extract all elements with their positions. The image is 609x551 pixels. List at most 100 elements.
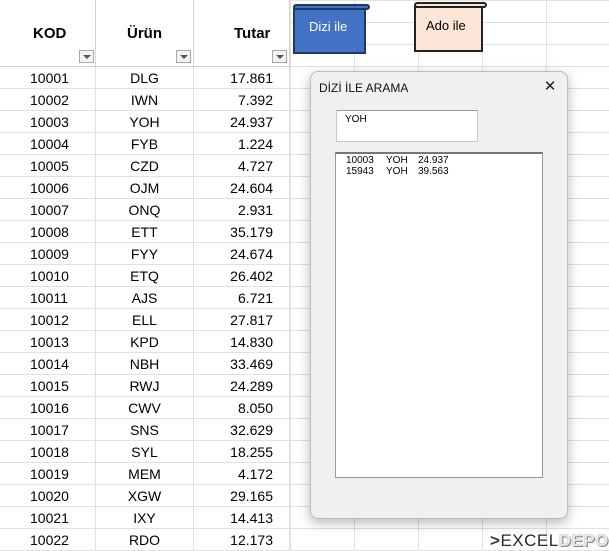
dizi-ile-button[interactable]: Dizi ile	[293, 4, 370, 54]
cell-tutar[interactable]: 26.402	[194, 265, 290, 287]
cell-urun[interactable]: KPD	[96, 331, 194, 353]
cell-kod[interactable]: 10013	[0, 331, 96, 353]
result-kod: 15943	[346, 166, 374, 177]
cell-kod[interactable]: 10018	[0, 441, 96, 463]
cell-urun[interactable]: DLG	[96, 67, 194, 89]
cell-urun[interactable]: CWV	[96, 397, 194, 419]
cell-kod[interactable]: 10001	[0, 67, 96, 89]
cell-tutar[interactable]: 12.173	[194, 529, 290, 551]
cell-urun[interactable]: ONQ	[96, 199, 194, 221]
header-row: KOD Ürün Tutar	[0, 0, 290, 67]
list-item[interactable]: 15943 YOH 39.563	[346, 166, 542, 177]
header-kod[interactable]: KOD	[0, 0, 96, 66]
cell-tutar[interactable]: 24.937	[194, 111, 290, 133]
search-dialog: DİZİ İLE ARAMA ✕ 10003 YOH 24.937 15943 YOH 3…	[310, 71, 568, 519]
cell-tutar[interactable]: 4.727	[194, 155, 290, 177]
cell-tutar[interactable]: 7.392	[194, 89, 290, 111]
cell-tutar[interactable]: 18.255	[194, 441, 290, 463]
cell-urun[interactable]: XGW	[96, 485, 194, 507]
header-urun-label: Ürün	[127, 25, 162, 42]
cell-kod[interactable]: 10004	[0, 133, 96, 155]
search-input[interactable]	[336, 110, 478, 142]
cell-urun[interactable]: SNS	[96, 419, 194, 441]
cell-kod[interactable]: 10020	[0, 485, 96, 507]
cell-kod[interactable]: 10012	[0, 309, 96, 331]
cell-urun[interactable]: ELL	[96, 309, 194, 331]
table-row: 10020 XGW 29.165	[0, 485, 290, 507]
cell-kod[interactable]: 10019	[0, 463, 96, 485]
cell-kod[interactable]: 10022	[0, 529, 96, 551]
cell-urun[interactable]: MEM	[96, 463, 194, 485]
cell-tutar[interactable]: 35.179	[194, 221, 290, 243]
logo-mark-icon: >	[490, 531, 501, 550]
cell-kod[interactable]: 10014	[0, 353, 96, 375]
cell-kod[interactable]: 10021	[0, 507, 96, 529]
cell-tutar[interactable]: 24.674	[194, 243, 290, 265]
table-row: 10009 FYY 24.674	[0, 243, 290, 265]
table-row: 10008 ETT 35.179	[0, 221, 290, 243]
cell-kod[interactable]: 10016	[0, 397, 96, 419]
results-listbox[interactable]: 10003 YOH 24.937 15943 YOH 39.563	[335, 152, 543, 478]
ado-ile-button[interactable]: Ado ile	[414, 2, 487, 52]
cell-urun[interactable]: ETT	[96, 221, 194, 243]
cell-urun[interactable]: CZD	[96, 155, 194, 177]
cell-kod[interactable]: 10008	[0, 221, 96, 243]
table-row: 10005 CZD 4.727	[0, 155, 290, 177]
table-row: 10006 OJM 24.604	[0, 177, 290, 199]
cell-urun[interactable]: IWN	[96, 89, 194, 111]
result-urun: YOH	[386, 166, 408, 177]
list-item[interactable]: 10003 YOH 24.937	[346, 155, 542, 166]
cell-urun[interactable]: SYL	[96, 441, 194, 463]
table-row: 10002 IWN 7.392	[0, 89, 290, 111]
cell-urun[interactable]: OJM	[96, 177, 194, 199]
ado-ile-label: Ado ile	[426, 18, 466, 33]
table-row: 10015 RWJ 24.289	[0, 375, 290, 397]
cell-kod[interactable]: 10010	[0, 265, 96, 287]
cell-urun[interactable]: FYY	[96, 243, 194, 265]
table-row: 10018 SYL 18.255	[0, 441, 290, 463]
cell-urun[interactable]: FYB	[96, 133, 194, 155]
cell-kod[interactable]: 10003	[0, 111, 96, 133]
table-row: 10003 YOH 24.937	[0, 111, 290, 133]
cell-tutar[interactable]: 27.817	[194, 309, 290, 331]
cell-kod[interactable]: 10011	[0, 287, 96, 309]
cell-tutar[interactable]: 32.629	[194, 419, 290, 441]
cell-tutar[interactable]: 29.165	[194, 485, 290, 507]
cell-tutar[interactable]: 14.413	[194, 507, 290, 529]
cell-kod[interactable]: 10002	[0, 89, 96, 111]
header-tutar[interactable]: Tutar	[194, 0, 290, 66]
cell-kod[interactable]: 10015	[0, 375, 96, 397]
cell-kod[interactable]: 10007	[0, 199, 96, 221]
cell-tutar[interactable]: 14.830	[194, 331, 290, 353]
filter-dropdown-icon[interactable]	[272, 50, 287, 63]
cell-kod[interactable]: 10005	[0, 155, 96, 177]
table-row: 10004 FYB 1.224	[0, 133, 290, 155]
cell-urun[interactable]: RDO	[96, 529, 194, 551]
header-kod-label: KOD	[33, 25, 67, 42]
cell-tutar[interactable]: 2.931	[194, 199, 290, 221]
cell-urun[interactable]: ETQ	[96, 265, 194, 287]
cell-urun[interactable]: YOH	[96, 111, 194, 133]
cell-urun[interactable]: NBH	[96, 353, 194, 375]
cell-tutar[interactable]: 33.469	[194, 353, 290, 375]
cell-urun[interactable]: RWJ	[96, 375, 194, 397]
table-row: 10021 IXY 14.413	[0, 507, 290, 529]
logo-text-depo: DEPO	[558, 531, 609, 550]
table-row: 10019 MEM 4.172	[0, 463, 290, 485]
header-urun[interactable]: Ürün	[96, 0, 194, 66]
filter-dropdown-icon[interactable]	[79, 50, 94, 63]
cell-kod[interactable]: 10009	[0, 243, 96, 265]
cell-tutar[interactable]: 6.721	[194, 287, 290, 309]
close-icon[interactable]: ✕	[539, 76, 561, 98]
cell-tutar[interactable]: 24.289	[194, 375, 290, 397]
cell-tutar[interactable]: 1.224	[194, 133, 290, 155]
cell-urun[interactable]: IXY	[96, 507, 194, 529]
cell-tutar[interactable]: 24.604	[194, 177, 290, 199]
cell-tutar[interactable]: 4.172	[194, 463, 290, 485]
filter-dropdown-icon[interactable]	[176, 50, 191, 63]
cell-tutar[interactable]: 8.050	[194, 397, 290, 419]
cell-kod[interactable]: 10006	[0, 177, 96, 199]
cell-tutar[interactable]: 17.861	[194, 67, 290, 89]
cell-kod[interactable]: 10017	[0, 419, 96, 441]
cell-urun[interactable]: AJS	[96, 287, 194, 309]
